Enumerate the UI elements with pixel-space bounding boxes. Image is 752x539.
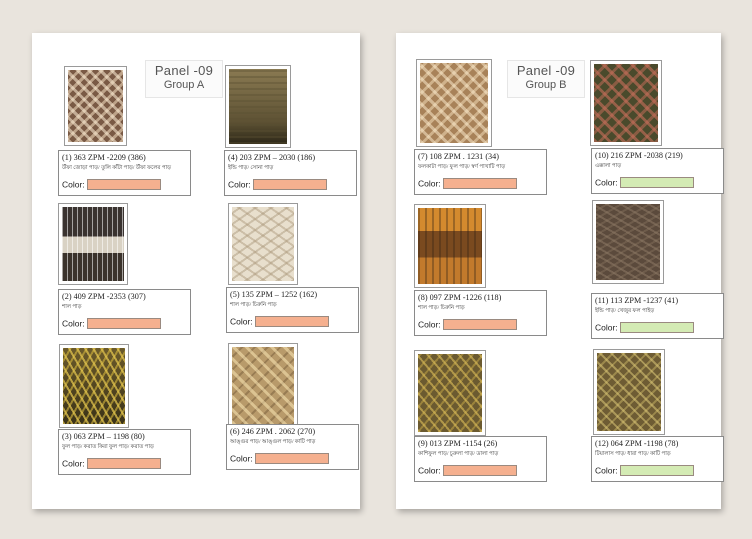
panel-title-box: Panel -09 Group B bbox=[507, 60, 585, 98]
fabric-swatch-image bbox=[414, 350, 486, 436]
group-label: Group A bbox=[163, 79, 205, 91]
fabric-swatch-image bbox=[414, 204, 486, 288]
color-swatch[interactable] bbox=[442, 318, 517, 330]
item-description: শাল পাড়/ চিরুনি পাড় bbox=[230, 302, 277, 308]
item-id: (4) 203 ZPM – 2030 (186) bbox=[228, 153, 316, 162]
color-swatch[interactable] bbox=[254, 315, 329, 327]
color-label: Color: bbox=[418, 465, 441, 476]
item-id: (3) 063 ZPM – 1198 (80) bbox=[62, 432, 145, 441]
color-swatch[interactable] bbox=[442, 177, 517, 189]
color-swatch[interactable] bbox=[252, 178, 327, 190]
color-swatch[interactable] bbox=[86, 457, 161, 469]
item-description: ইন্ডি পাড়/ সোনা পাড় bbox=[228, 165, 274, 171]
color-label: Color: bbox=[62, 179, 85, 190]
color-label: Color: bbox=[595, 177, 618, 188]
item-description: কাশিফুল পাড়/ চুরুলা পাড়/ ডালা পাড় bbox=[418, 451, 499, 457]
item-description: শাল পাড়/ চিরুনি পাড় bbox=[418, 305, 465, 311]
panel-title-box: Panel -09 Group A bbox=[145, 60, 223, 98]
group-label: Group B bbox=[525, 79, 567, 91]
item-card: (11) 113 ZPM -1237 (41) ইন্ডি পাড়/ খেজু… bbox=[591, 293, 724, 339]
item-card: (1) 363 ZPM -2209 (386) উঁফা জোড়া পাড়/… bbox=[58, 150, 191, 196]
item-id: (10) 216 ZPM -2038 (219) bbox=[595, 151, 683, 160]
fabric-swatch-image bbox=[592, 200, 664, 284]
color-label: Color: bbox=[228, 179, 251, 190]
fabric-swatch-image bbox=[228, 203, 298, 285]
item-description: টিয়ালাস পাড়/ ধারা পাড়/ কাটি পাড় bbox=[595, 451, 671, 457]
item-card: (9) 013 ZPM -1154 (26) কাশিফুল পাড়/ চুর… bbox=[414, 436, 547, 482]
fabric-swatch-image bbox=[228, 343, 298, 428]
panel-title: Panel -09 bbox=[516, 63, 576, 78]
item-card: (7) 108 ZPM . 1231 (34) ফলকাটা পাড়/ ফুল… bbox=[414, 149, 547, 195]
item-card: (12) 064 ZPM -1198 (78) টিয়ালাস পাড়/ ধ… bbox=[591, 436, 724, 482]
item-id: (12) 064 ZPM -1198 (78) bbox=[595, 439, 679, 448]
color-swatch[interactable] bbox=[86, 317, 161, 329]
fabric-swatch-image bbox=[64, 66, 127, 146]
color-swatch[interactable] bbox=[619, 321, 694, 333]
item-id: (5) 135 ZPM – 1252 (162) bbox=[230, 290, 318, 299]
color-swatch[interactable] bbox=[86, 178, 161, 190]
color-label: Color: bbox=[62, 458, 85, 469]
item-description: উঁফা জোড়া পাড়/ তুলি কাঁটা পাড়/ উঁফা ফ… bbox=[62, 165, 172, 171]
color-label: Color: bbox=[62, 318, 85, 329]
color-swatch[interactable] bbox=[619, 176, 694, 188]
fabric-swatch-image bbox=[225, 65, 291, 148]
item-card: (8) 097 ZPM -1226 (118) শাল পাড়/ চিরুনি… bbox=[414, 290, 547, 336]
item-description: ফলকাটা পাড়/ ফুল পাড়/ স্বর্ণ পাখাটি পাড… bbox=[418, 164, 506, 170]
item-description: ফুল পাড়/ করাত কিরা ফুল পাড়/ করাত পাড় bbox=[62, 444, 154, 450]
item-id: (6) 246 ZPM . 2062 (270) bbox=[230, 427, 316, 436]
item-card: (10) 216 ZPM -2038 (219) এক্কালা পাড় Co… bbox=[591, 148, 724, 194]
item-card: (6) 246 ZPM . 2062 (270) আঙ্গুর পাড়/ আঙ… bbox=[226, 424, 359, 470]
color-label: Color: bbox=[230, 316, 253, 327]
item-id: (1) 363 ZPM -2209 (386) bbox=[62, 153, 146, 162]
color-label: Color: bbox=[418, 178, 441, 189]
item-description: শাল পাড় bbox=[62, 304, 82, 310]
fabric-swatch-image bbox=[590, 60, 662, 146]
color-label: Color: bbox=[418, 319, 441, 330]
color-label: Color: bbox=[595, 322, 618, 333]
item-description: এক্কালা পাড় bbox=[595, 163, 622, 169]
item-card: (5) 135 ZPM – 1252 (162) শাল পাড়/ চিরুন… bbox=[226, 287, 359, 333]
panel-sheet-group-b: Panel -09 Group B (7) 108 ZPM . 1231 (34… bbox=[396, 33, 724, 509]
item-description: আঙ্গুর পাড়/ আঙ্গুল পাড়/ কাটি পাড় bbox=[230, 439, 316, 445]
item-card: (2) 409 ZPM -2353 (307) শাল পাড় Color: bbox=[58, 289, 191, 335]
panel-sheet-group-a: Panel -09 Group A (1) 363 ZPM -2209 (386… bbox=[32, 33, 360, 509]
item-id: (9) 013 ZPM -1154 (26) bbox=[418, 439, 498, 448]
item-id: (11) 113 ZPM -1237 (41) bbox=[595, 296, 679, 305]
item-id: (8) 097 ZPM -1226 (118) bbox=[418, 293, 502, 302]
fabric-swatch-image bbox=[59, 344, 129, 428]
item-id: (2) 409 ZPM -2353 (307) bbox=[62, 292, 146, 301]
fabric-swatch-image bbox=[58, 203, 128, 285]
fabric-swatch-image bbox=[416, 59, 492, 147]
color-label: Color: bbox=[595, 465, 618, 476]
fabric-swatch-image bbox=[593, 349, 665, 435]
panel-title: Panel -09 bbox=[154, 63, 214, 78]
color-swatch[interactable] bbox=[619, 464, 694, 476]
color-swatch[interactable] bbox=[254, 452, 329, 464]
color-label: Color: bbox=[230, 453, 253, 464]
item-card: (4) 203 ZPM – 2030 (186) ইন্ডি পাড়/ সোন… bbox=[224, 150, 357, 196]
item-description: ইন্ডি পাড়/ খেজুর ফল পাইড় bbox=[595, 308, 655, 314]
item-id: (7) 108 ZPM . 1231 (34) bbox=[418, 152, 499, 161]
item-card: (3) 063 ZPM – 1198 (80) ফুল পাড়/ করাত ক… bbox=[58, 429, 191, 475]
color-swatch[interactable] bbox=[442, 464, 517, 476]
